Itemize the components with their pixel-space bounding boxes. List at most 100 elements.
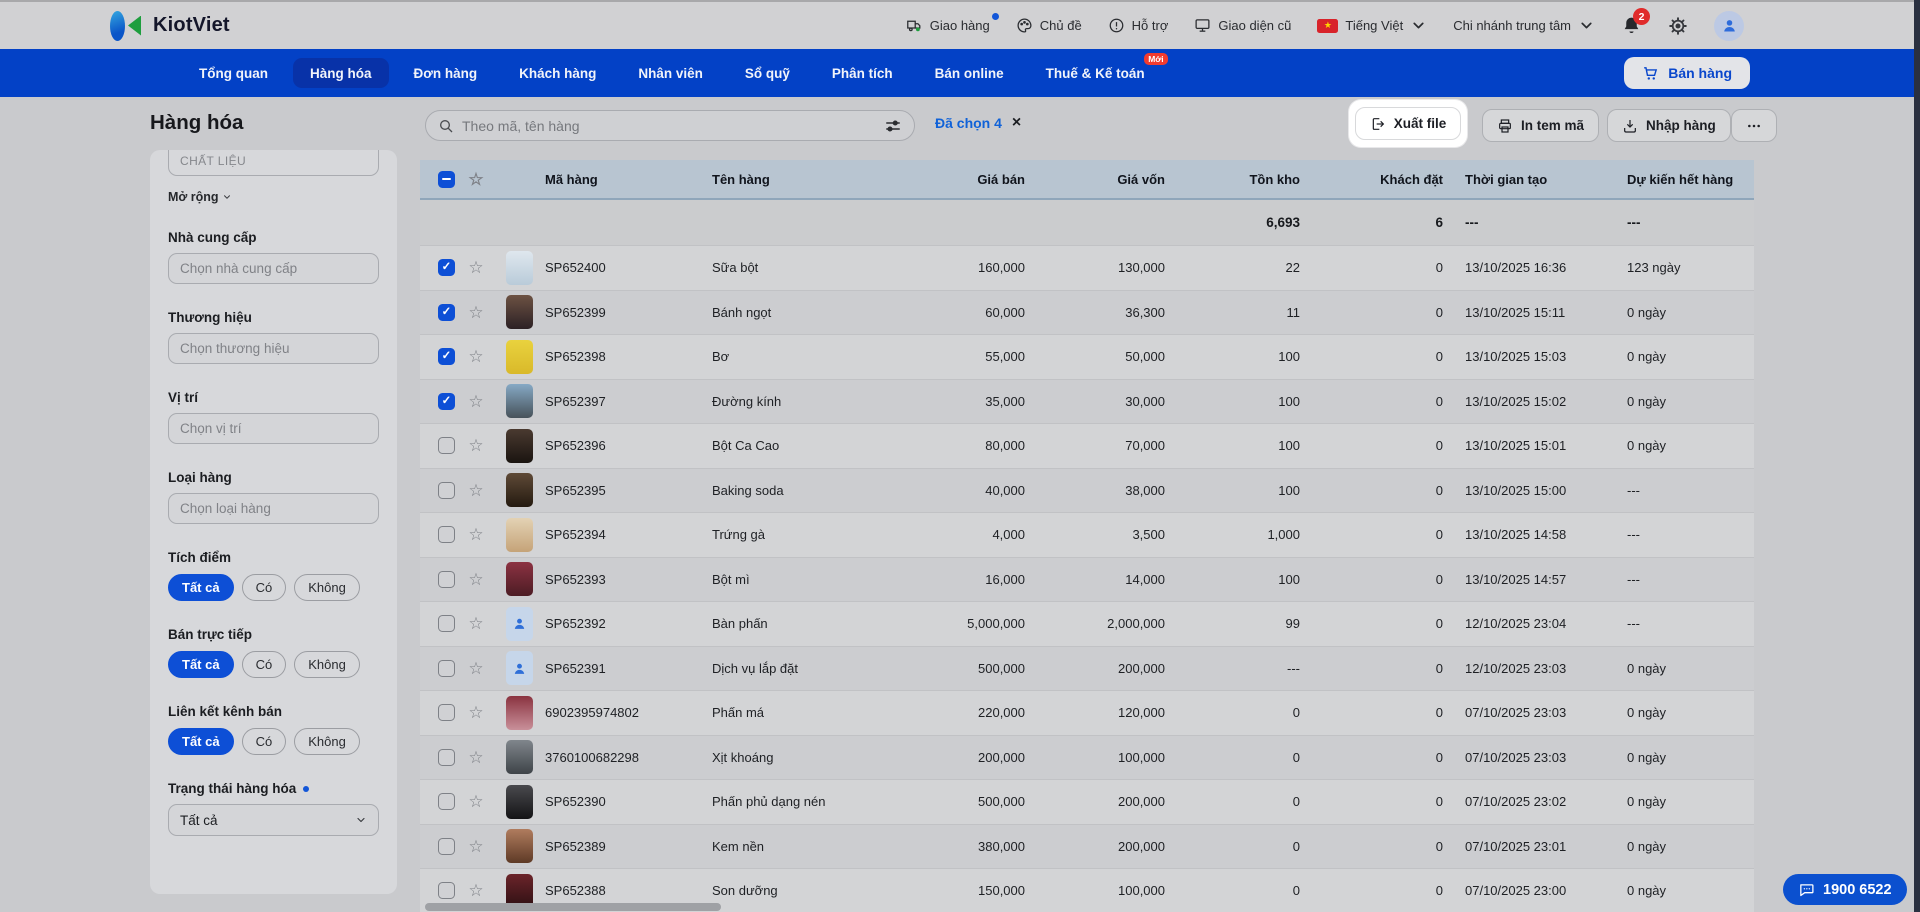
row-checkbox[interactable] — [438, 793, 455, 811]
nav-item--n-h-ng[interactable]: Đơn hàng — [397, 58, 495, 88]
filter-input[interactable]: Chọn vị trí — [168, 413, 379, 444]
table-row[interactable]: ☆ SP652399 Bánh ngọt 60,000 36,300 11 0 … — [420, 289, 1754, 334]
col-header-price[interactable]: Giá bán — [955, 172, 1033, 187]
pill-kh-ng[interactable]: Không — [294, 651, 360, 678]
nav-item-t-ng-quan[interactable]: Tổng quan — [182, 58, 285, 88]
nav-item-s-qu-[interactable]: Sổ quỹ — [728, 58, 807, 88]
table-row[interactable]: ☆ SP652392 Bàn phấn 5,000,000 2,000,000 … — [420, 601, 1754, 646]
favorite-star-icon[interactable]: ☆ — [458, 482, 494, 499]
nav-item-ph-n-t-ch[interactable]: Phân tích — [815, 58, 910, 88]
favorite-star-icon[interactable]: ☆ — [458, 838, 494, 855]
in-tem-m--button[interactable]: In tem mã — [1482, 109, 1600, 142]
search-bar[interactable] — [425, 110, 915, 141]
row-checkbox[interactable] — [438, 481, 455, 499]
col-header-forecast[interactable]: Dự kiến hết hàng — [1618, 172, 1754, 187]
table-row[interactable]: ☆ 3760100682298 Xịt khoáng 200,000 100,0… — [420, 734, 1754, 779]
favorite-star-icon[interactable]: ☆ — [458, 882, 494, 899]
favorite-star-icon[interactable]: ☆ — [458, 571, 494, 588]
branch-selector[interactable]: Chi nhánh trung tâm — [1453, 17, 1595, 34]
clear-selection-icon[interactable]: × — [1012, 115, 1021, 131]
topbar-item-1[interactable]: Giao hàng — [906, 13, 999, 34]
favorite-star-icon[interactable]: ☆ — [458, 615, 494, 632]
nav-item-thu-k-to-n[interactable]: Thuế & Kế toán Mới — [1029, 53, 1168, 88]
table-row[interactable]: ☆ SP652398 Bơ 55,000 50,000 100 0 13/10/… — [420, 334, 1754, 379]
table-row[interactable]: ☆ SP652393 Bột mì 16,000 14,000 100 0 13… — [420, 556, 1754, 601]
table-row[interactable]: ☆ SP652390 Phấn phủ dạng nén 500,000 200… — [420, 779, 1754, 824]
row-checkbox[interactable] — [438, 570, 455, 588]
pill-kh-ng[interactable]: Không — [294, 574, 360, 601]
row-checkbox[interactable] — [438, 659, 455, 677]
pill-c-[interactable]: Có — [241, 651, 287, 678]
language-selector[interactable]: ★ Tiếng Việt — [1317, 17, 1427, 34]
nav-item-b-n-online[interactable]: Bán online — [918, 58, 1021, 88]
nav-item-kh-ch-h-ng[interactable]: Khách hàng — [502, 58, 613, 88]
table-row[interactable]: ☆ SP652389 Kem nền 380,000 200,000 0 0 0… — [420, 823, 1754, 868]
pill-t-t-c-[interactable]: Tất cả — [168, 651, 234, 678]
sell-button[interactable]: Bán hàng — [1624, 57, 1750, 89]
favorite-star-icon[interactable]: ☆ — [458, 660, 494, 677]
pill-t-t-c-[interactable]: Tất cả — [168, 728, 234, 755]
row-checkbox[interactable] — [438, 392, 455, 410]
table-row[interactable]: ☆ SP652397 Đường kính 35,000 30,000 100 … — [420, 378, 1754, 423]
filter-input[interactable]: Chọn loại hàng — [168, 493, 379, 524]
favorite-star-icon[interactable]: ☆ — [458, 348, 494, 365]
topbar-item-4[interactable]: Giao diện cũ — [1194, 17, 1291, 34]
gear-icon[interactable] — [1668, 16, 1688, 36]
notifications-button[interactable]: 2 — [1621, 8, 1650, 36]
filter-input[interactable]: Chọn thương hiệu — [168, 333, 379, 364]
col-header-code[interactable]: Mã hàng — [540, 172, 705, 187]
horizontal-scrollbar[interactable] — [425, 903, 721, 911]
expand-filters-link[interactable]: Mở rộng — [168, 190, 379, 204]
topbar-item-3[interactable]: Hỗ trợ — [1108, 17, 1168, 34]
row-checkbox[interactable] — [438, 259, 455, 277]
product-cost: 70,000 — [1125, 438, 1165, 454]
favorite-star-icon[interactable]: ☆ — [458, 793, 494, 810]
nh-p-h-ng-button[interactable]: Nhập hàng — [1607, 109, 1731, 142]
row-checkbox[interactable] — [438, 837, 455, 855]
sliders-icon[interactable] — [884, 117, 902, 135]
table-row[interactable]: ☆ SP652400 Sữa bột 160,000 130,000 22 0 … — [420, 245, 1754, 290]
row-checkbox[interactable] — [438, 615, 455, 633]
table-row[interactable]: ☆ 6902395974802 Phấn má 220,000 120,000 … — [420, 690, 1754, 735]
xu-t-file-button[interactable]: Xuất file — [1354, 107, 1462, 140]
col-header-cost[interactable]: Giá vốn — [1033, 172, 1173, 187]
more-button[interactable] — [1731, 109, 1777, 142]
topbar-item-2[interactable]: Chủ đề — [1016, 17, 1082, 34]
row-checkbox[interactable] — [438, 437, 455, 455]
pill-t-t-c-[interactable]: Tất cả — [168, 574, 234, 601]
user-avatar[interactable] — [1714, 10, 1744, 41]
filter-select[interactable]: Tất cả — [168, 804, 379, 836]
row-checkbox[interactable] — [438, 704, 455, 722]
favorite-star-icon[interactable]: ☆ — [458, 526, 494, 543]
table-row[interactable]: ☆ SP652391 Dịch vụ lắp đặt 500,000 200,0… — [420, 645, 1754, 690]
row-checkbox[interactable] — [438, 303, 455, 321]
favorite-star-icon[interactable]: ☆ — [458, 437, 494, 454]
favorite-star-icon[interactable]: ☆ — [458, 704, 494, 721]
row-checkbox[interactable] — [438, 526, 455, 544]
table-row[interactable]: ☆ SP652394 Trứng gà 4,000 3,500 1,000 0 … — [420, 512, 1754, 557]
favorite-star-icon[interactable]: ☆ — [458, 259, 494, 276]
table-row[interactable]: ☆ SP652395 Baking soda 40,000 38,000 100… — [420, 467, 1754, 512]
col-header-name[interactable]: Tên hàng — [705, 172, 955, 187]
pill-kh-ng[interactable]: Không — [294, 728, 360, 755]
col-header-created[interactable]: Thời gian tạo — [1451, 172, 1618, 187]
select-all-checkbox[interactable] — [438, 170, 455, 188]
star-header-icon[interactable]: ☆ — [458, 171, 494, 188]
favorite-star-icon[interactable]: ☆ — [458, 749, 494, 766]
pill-c-[interactable]: Có — [241, 574, 287, 601]
row-checkbox[interactable] — [438, 348, 455, 366]
row-checkbox[interactable] — [438, 748, 455, 766]
hotline-chat-button[interactable]: 1900 6522 — [1783, 874, 1907, 905]
col-header-stock[interactable]: Tồn kho — [1173, 172, 1308, 187]
favorite-star-icon[interactable]: ☆ — [458, 393, 494, 410]
table-row[interactable]: ☆ SP652396 Bột Ca Cao 80,000 70,000 100 … — [420, 423, 1754, 468]
nav-item-nh-n-vi-n[interactable]: Nhân viên — [621, 58, 720, 88]
favorite-star-icon[interactable]: ☆ — [458, 304, 494, 321]
material-filter-input[interactable]: CHẤT LIỆU — [168, 150, 379, 176]
search-input[interactable] — [462, 117, 876, 134]
row-checkbox[interactable] — [438, 882, 455, 900]
filter-input[interactable]: Chọn nhà cung cấp — [168, 253, 379, 284]
pill-c-[interactable]: Có — [241, 728, 287, 755]
col-header-ordered[interactable]: Khách đặt — [1308, 172, 1451, 187]
nav-item-h-ng-h-a[interactable]: Hàng hóa — [292, 58, 389, 88]
